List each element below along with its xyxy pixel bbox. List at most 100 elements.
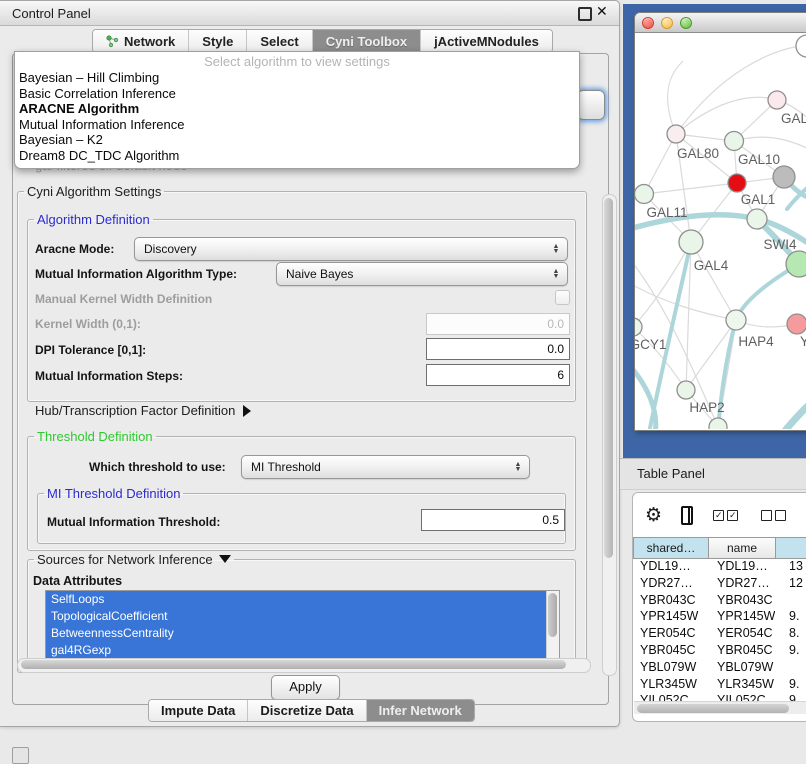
tab-jactivemnodules[interactable]: jActiveMNodules [421, 30, 552, 52]
close-traffic-light-icon[interactable] [642, 17, 654, 29]
manual-kernel-label: Manual Kernel Width Definition [35, 292, 212, 306]
split-columns-icon[interactable] [681, 506, 693, 525]
control-panel-titlebar[interactable]: Control Panel ✕ [0, 1, 619, 26]
settings-horizontal-scrollbar[interactable] [17, 658, 591, 673]
network-node-gal[interactable] [768, 91, 786, 109]
tab-discretize-data[interactable]: Discretize Data [248, 700, 366, 721]
tab-select[interactable]: Select [247, 30, 312, 52]
occluded-combo-button [577, 90, 605, 120]
tab-discretize-data-label: Discretize Data [260, 703, 353, 718]
minimize-traffic-light-icon[interactable] [661, 17, 673, 29]
table-cell: 9. [775, 643, 806, 660]
mi-type-value: Naive Bayes [277, 267, 548, 281]
table-cell: YBL079W [709, 660, 775, 677]
tab-impute-data[interactable]: Impute Data [149, 700, 248, 721]
algorithm-option[interactable]: Bayesian – K2 [15, 132, 579, 148]
column-header-partial[interactable]: A [776, 537, 806, 559]
table-cell: 12 [775, 576, 806, 593]
float-window-icon[interactable] [578, 7, 592, 21]
network-node-gal80[interactable] [667, 125, 685, 143]
network-node[interactable] [796, 35, 806, 57]
hub-tf-definition-toggle[interactable]: Hub/Transcription Factor Definition [35, 403, 251, 418]
dpi-tolerance-field[interactable] [426, 338, 570, 360]
control-panel-window: Control Panel ✕ Network Style Select [0, 0, 620, 727]
zoom-traffic-light-icon[interactable] [680, 17, 692, 29]
tab-jactivemnodules-label: jActiveMNodules [434, 34, 539, 49]
mi-type-combo[interactable]: Naive Bayes ▲▼ [276, 262, 568, 286]
table-cell: YBR043C [709, 593, 775, 610]
data-attributes-list[interactable]: SelfLoopsTopologicalCoefficientBetweenne… [45, 590, 560, 662]
manual-kernel-checkbox[interactable] [555, 290, 570, 305]
aracne-mode-combo[interactable]: Discovery ▲▼ [134, 237, 568, 261]
mi-threshold-field[interactable] [421, 509, 565, 531]
algorithm-option[interactable]: Dream8 DC_TDC Algorithm [15, 148, 579, 164]
table-row[interactable]: YDL19…YDL19…13 [633, 559, 806, 576]
which-threshold-combo[interactable]: MI Threshold ▲▼ [241, 455, 530, 479]
show-checked-columns-button[interactable]: ✓ ✓ [713, 510, 741, 521]
network-node-gal4[interactable] [679, 230, 703, 254]
network-node-label: GAL11 [646, 205, 687, 220]
tab-infer-network[interactable]: Infer Network [367, 700, 474, 721]
which-threshold-label: Which threshold to use: [89, 460, 226, 474]
network-node-label: SWI4 [763, 237, 796, 252]
table-cell: YLR345W [633, 677, 709, 694]
table-row[interactable]: YDR27…YDR27…12 [633, 576, 806, 593]
tab-impute-data-label: Impute Data [161, 703, 235, 718]
column-header-name[interactable]: name [709, 537, 776, 559]
table-row[interactable]: YBL079WYBL079W [633, 660, 806, 677]
network-node-gal1[interactable] [728, 174, 746, 192]
apply-button[interactable]: Apply [271, 675, 340, 700]
network-node-hap4[interactable] [726, 310, 746, 330]
algorithm-option[interactable]: ARACNE Algorithm [15, 101, 579, 117]
network-window-titlebar[interactable] [635, 13, 806, 33]
dpi-tolerance-label: DPI Tolerance [0,1]: [35, 343, 146, 357]
data-attribute-item[interactable]: gal4RGexp [46, 642, 559, 659]
table-cell: YBR043C [633, 593, 709, 610]
attributes-list-scrollbar[interactable] [546, 591, 559, 661]
algorithm-dropdown-placeholder: Select algorithm to view settings [15, 52, 579, 70]
mi-steps-label: Mutual Information Steps: [35, 369, 183, 383]
network-node-gcy1[interactable] [635, 318, 642, 336]
kernel-width-field[interactable] [426, 313, 570, 335]
network-node-y[interactable] [787, 314, 806, 334]
tab-cyni-toolbox[interactable]: Cyni Toolbox [313, 30, 421, 52]
table-row[interactable]: YBR045CYBR045C9. [633, 643, 806, 660]
collapsed-panel-icon[interactable] [12, 747, 29, 764]
table-cell: YER054C [709, 626, 775, 643]
table-panel-bar: Table Panel [620, 458, 806, 490]
column-header-shared-name[interactable]: shared… [633, 537, 709, 559]
network-node-swi4[interactable] [747, 209, 767, 229]
algorithm-option[interactable]: Bayesian – Hill Climbing [15, 70, 579, 86]
algorithm-option[interactable]: Basic Correlation Inference [15, 86, 579, 102]
table-row[interactable]: YER054CYER054C8. [633, 626, 806, 643]
network-node-hap2[interactable] [677, 381, 695, 399]
table-cell: YBR045C [633, 643, 709, 660]
tab-network[interactable]: Network [93, 30, 189, 52]
settings-vertical-scrollbar[interactable] [602, 194, 617, 676]
close-icon[interactable]: ✕ [596, 3, 608, 20]
table-cell: YBL079W [633, 660, 709, 677]
network-node[interactable] [786, 251, 806, 277]
data-attribute-item[interactable]: SelfLoops [46, 591, 559, 608]
gear-icon[interactable]: ⚙ [645, 504, 662, 527]
data-attribute-item[interactable]: TopologicalCoefficient [46, 608, 559, 625]
table-row[interactable]: YPR145WYPR145W9. [633, 609, 806, 626]
algorithm-option[interactable]: Mutual Information Inference [15, 117, 579, 133]
collapsed-arrow-icon [243, 405, 251, 417]
network-node[interactable] [773, 166, 795, 188]
hide-columns-button[interactable] [761, 510, 789, 521]
network-node-gal11[interactable] [635, 185, 654, 204]
table-cell: YDL19… [633, 559, 709, 576]
table-row[interactable]: YLR345WYLR345W9. [633, 677, 806, 694]
table-horizontal-scrollbar[interactable] [634, 701, 806, 714]
table-row[interactable]: YBR043CYBR043C [633, 593, 806, 610]
tab-style[interactable]: Style [189, 30, 247, 52]
network-canvas[interactable]: GALGAL80GAL10GAL1GAL11SWI4GAL4GCY1HAP4YH… [635, 33, 806, 429]
bottom-tabbar: Impute Data Discretize Data Infer Networ… [148, 699, 475, 722]
network-node-gal10[interactable] [725, 132, 744, 151]
mi-steps-field[interactable] [426, 364, 570, 386]
checked-box-icon: ✓ [713, 510, 724, 521]
sources-toggle[interactable]: Sources for Network Inference [34, 552, 234, 567]
data-attribute-item[interactable]: BetweennessCentrality [46, 625, 559, 642]
table-cell: YPR145W [633, 609, 709, 626]
